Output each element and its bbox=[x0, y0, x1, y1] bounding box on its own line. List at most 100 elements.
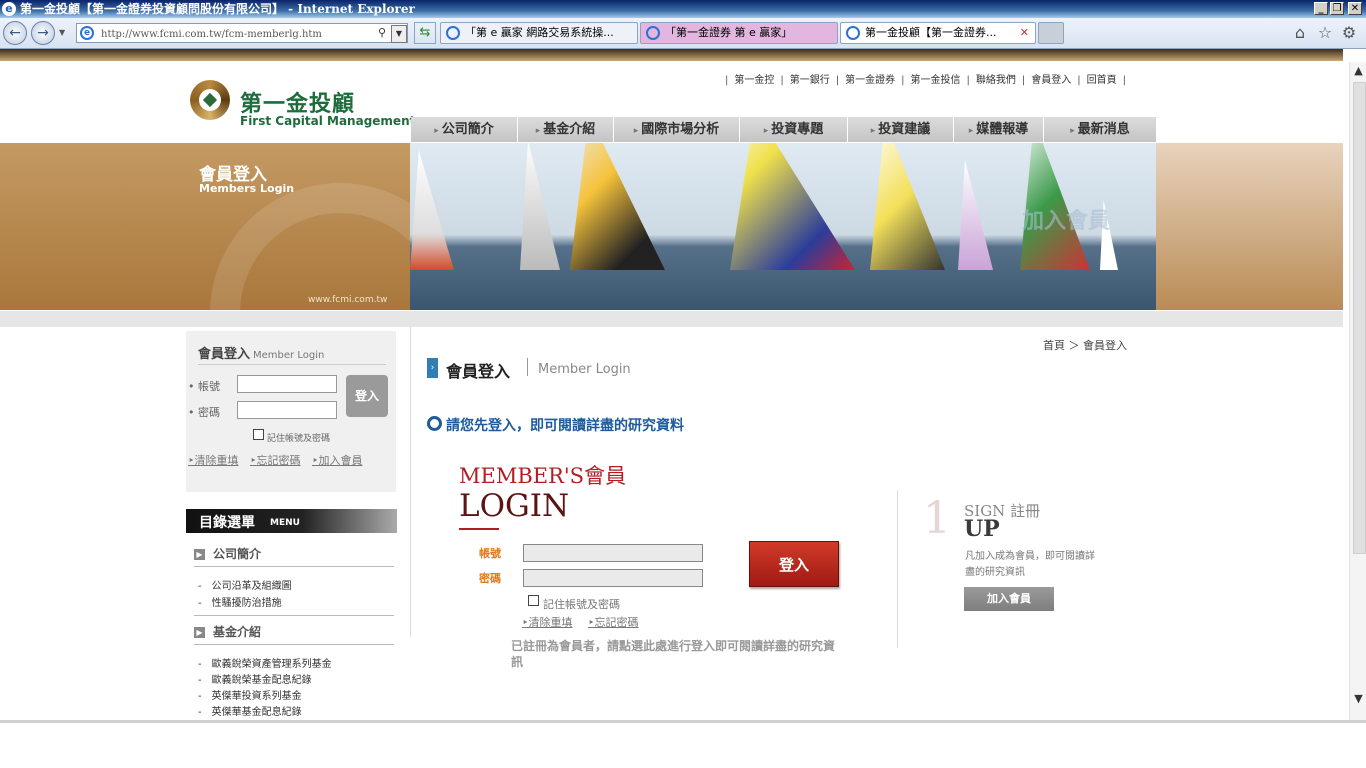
refresh-icon[interactable]: ⇆ bbox=[414, 22, 436, 44]
password-label: 密碼 bbox=[479, 572, 501, 585]
login-button[interactable]: 登入 bbox=[749, 541, 839, 587]
scroll-thumb[interactable] bbox=[1353, 82, 1366, 554]
menu-arrow-icon: ▶ bbox=[194, 627, 205, 638]
history-dropdown-icon[interactable]: ▼ bbox=[59, 28, 65, 37]
nav-media-reports[interactable]: ▸ 媒體報導 bbox=[954, 117, 1044, 142]
banner-title-en: Members Login bbox=[199, 182, 295, 195]
remember-label: 記住帳號及密碼 bbox=[543, 598, 620, 611]
join-member-button[interactable]: 加入會員 bbox=[964, 587, 1054, 611]
menu-item-fund-4[interactable]: - 英傑華基金配息紀錄 bbox=[198, 703, 312, 718]
gear-icon[interactable]: ⚙ bbox=[1340, 24, 1358, 42]
address-bar[interactable]: e ⚲ ▼ bbox=[76, 23, 408, 43]
registered-note[interactable]: 已註冊為會員者，請點選此處進行登入即可閱讀詳盡的研究資訊 bbox=[511, 638, 841, 670]
nav-company-intro[interactable]: ▸ 公司簡介 bbox=[411, 117, 518, 142]
tab-2[interactable]: 「第一金證券 第 e 贏家」 bbox=[640, 22, 838, 44]
password-input[interactable] bbox=[523, 569, 703, 587]
banner-right-panel bbox=[1156, 143, 1343, 310]
forward-button[interactable]: → bbox=[31, 21, 55, 45]
menu-header: 目錄選單 MENU bbox=[186, 509, 397, 533]
top-link-first-bank[interactable]: 第一銀行 bbox=[784, 75, 836, 86]
nav-arrow-icon: ▸ bbox=[1070, 126, 1075, 136]
url-input[interactable] bbox=[99, 25, 373, 43]
top-link-member-login[interactable]: 會員登入 bbox=[1025, 75, 1077, 86]
browser-toolbar: ← → ▼ e ⚲ ▼ ⇆ 「第 e 贏家 網路交易系統操... 「第一金證券 … bbox=[0, 18, 1366, 49]
nav-arrow-icon: ▸ bbox=[968, 126, 974, 136]
remember-checkbox[interactable] bbox=[528, 595, 539, 606]
scroll-down-icon[interactable]: ▼ bbox=[1350, 692, 1366, 705]
forgot-password-link[interactable]: ‣忘記密碼 bbox=[588, 614, 639, 630]
menu-item-fund-2[interactable]: - 歐義銳榮基金配息紀錄 bbox=[198, 671, 322, 686]
top-link-first-securities[interactable]: 第一金證券 bbox=[839, 75, 901, 86]
signup-step-number: 1 bbox=[923, 493, 951, 544]
tab-3-active[interactable]: 第一金投顧【第一金證券... ✕ bbox=[840, 22, 1036, 44]
back-arrow-icon: ← bbox=[9, 25, 21, 41]
top-link-home[interactable]: 回首頁 bbox=[1081, 75, 1123, 86]
sidebar-login-button[interactable]: 登入 bbox=[346, 375, 388, 417]
page-ie-icon: e bbox=[80, 26, 94, 40]
tab-ie-icon bbox=[646, 26, 660, 40]
sidebar-join-link[interactable]: ‣加入會員 bbox=[312, 452, 363, 468]
forward-arrow-icon: → bbox=[37, 25, 49, 41]
sidebar-clear-link[interactable]: ‣清除重填 bbox=[188, 452, 239, 468]
menu-section-funds[interactable]: ▶ 基金介紹 bbox=[194, 623, 261, 640]
account-input[interactable] bbox=[523, 544, 703, 562]
close-window-button[interactable]: ✕ bbox=[1348, 2, 1362, 15]
tab-1[interactable]: 「第 e 贏家 網路交易系統操... bbox=[440, 22, 638, 44]
restore-button[interactable]: ❐ bbox=[1330, 2, 1344, 15]
members-login-heading-2: LOGIN bbox=[459, 488, 570, 524]
nav-arrow-icon: ▸ bbox=[633, 126, 639, 136]
page-title: 會員登入 bbox=[446, 362, 511, 381]
clear-link[interactable]: ‣清除重填 bbox=[522, 614, 573, 630]
minimize-button[interactable]: _ bbox=[1314, 2, 1328, 15]
window-title-bar: e 第一金投顧【第一金證券投資顧問股份有限公司】 - Internet Expl… bbox=[0, 0, 1366, 18]
nav-arrow-icon: ▸ bbox=[763, 126, 769, 136]
menu-title: 目錄選單 bbox=[199, 515, 255, 531]
top-link-contact[interactable]: 聯絡我們 bbox=[970, 75, 1022, 86]
sidebar-forgot-link[interactable]: ‣忘記密碼 bbox=[250, 452, 301, 468]
menu-title-en: MENU bbox=[270, 518, 300, 528]
account-label: 帳號 bbox=[479, 547, 501, 560]
signup-heading-2: UP bbox=[964, 516, 1000, 542]
menu-item-history[interactable]: - 公司沿革及組織圖 bbox=[198, 577, 302, 592]
sidebar-password-label: • 密碼 bbox=[188, 406, 220, 419]
menu-item-harassment[interactable]: - 性騷擾防治措施 bbox=[198, 594, 292, 609]
menu-arrow-icon: ▶ bbox=[194, 549, 205, 560]
top-link-first-trust[interactable]: 第一金投信 bbox=[905, 75, 967, 86]
menu-item-fund-1[interactable]: - 歐義銳榮資產管理系列基金 bbox=[198, 655, 342, 670]
sidebar-login-title: 會員登入 Member Login bbox=[198, 347, 325, 362]
nav-fund-intro[interactable]: ▸ 基金介紹 bbox=[518, 117, 614, 142]
sidebar-password-input[interactable] bbox=[237, 401, 337, 419]
members-login-heading: MEMBER'S會員 bbox=[459, 464, 627, 488]
back-button[interactable]: ← bbox=[3, 21, 27, 45]
close-tab-icon[interactable]: ✕ bbox=[1020, 23, 1029, 43]
banner-join-member-text[interactable]: 加入會員 bbox=[1022, 203, 1110, 235]
menu-item-fund-3[interactable]: - 英傑華投資系列基金 bbox=[198, 687, 312, 702]
new-tab-button[interactable] bbox=[1038, 22, 1064, 44]
vertical-scrollbar[interactable]: ▲ ▼ bbox=[1349, 62, 1366, 722]
page-title-en: Member Login bbox=[538, 362, 631, 377]
nav-arrow-icon: ▸ bbox=[870, 126, 876, 136]
scroll-up-icon[interactable]: ▲ bbox=[1350, 64, 1366, 77]
nav-arrow-icon: ▸ bbox=[434, 126, 439, 136]
window-title: 第一金投顧【第一金證券投資顧問股份有限公司】 - Internet Explor… bbox=[20, 2, 415, 16]
menu-section-company[interactable]: ▶ 公司簡介 bbox=[194, 545, 261, 562]
home-icon[interactable]: ⌂ bbox=[1291, 24, 1309, 42]
nav-investment-advice[interactable]: ▸ 投資建議 bbox=[848, 117, 954, 142]
favorites-star-icon[interactable]: ☆ bbox=[1316, 24, 1334, 42]
address-dropdown-icon[interactable]: ▼ bbox=[391, 25, 407, 43]
gray-divider-bar bbox=[0, 311, 1343, 327]
sidebar-remember-checkbox[interactable] bbox=[253, 429, 264, 440]
nav-latest-news[interactable]: ▸ 最新消息 bbox=[1044, 117, 1156, 142]
nav-investment-topics[interactable]: ▸ 投資專題 bbox=[740, 117, 848, 142]
sidebar-account-input[interactable] bbox=[237, 375, 337, 393]
nav-market-analysis[interactable]: ▸ 國際市場分析 bbox=[614, 117, 740, 142]
header-top-strip bbox=[0, 49, 1343, 61]
top-link-first-holding[interactable]: 第一金控 bbox=[728, 75, 780, 86]
logo-text-en[interactable]: First Capital Management bbox=[240, 114, 415, 128]
tab-ie-icon bbox=[846, 26, 860, 40]
logo-emblem-icon[interactable] bbox=[190, 80, 230, 120]
search-icon[interactable]: ⚲ bbox=[375, 25, 389, 41]
main-nav: ▸ 公司簡介 ▸ 基金介紹 ▸ 國際市場分析 ▸ 投資專題 ▸ 投資建議 ▸ 媒體報導 ▸ 最… bbox=[411, 117, 1156, 142]
breadcrumb[interactable]: 首頁 ＞ 會員登入 bbox=[1043, 337, 1127, 353]
nav-arrow-icon: ▸ bbox=[535, 126, 541, 136]
